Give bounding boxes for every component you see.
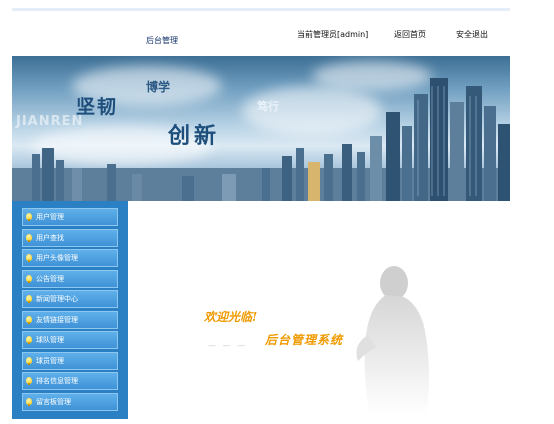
bulb-icon bbox=[26, 315, 32, 324]
sidebar-item-label: 友情链接管理 bbox=[36, 315, 78, 324]
sidebar-item-user-management[interactable]: 用户管理 bbox=[22, 208, 118, 226]
sidebar-item-label: 用户头像管理 bbox=[36, 254, 78, 262]
banner-slogan-4: 笃行 bbox=[257, 100, 279, 113]
bulb-icon bbox=[26, 295, 32, 303]
main-content: 欢迎光临! — — — 后台管理系统 bbox=[128, 201, 510, 419]
city-skyline-icon bbox=[12, 78, 510, 201]
sidebar-item-user-search[interactable]: 用户查找 bbox=[22, 228, 118, 247]
sidebar-item-player-management[interactable]: 球员管理 bbox=[22, 351, 118, 370]
welcome-dashes: — — — bbox=[208, 341, 248, 350]
sidebar-item-link-management[interactable]: 友情链接管理 bbox=[22, 310, 118, 329]
sidebar-item-label: 新闻管理中心 bbox=[36, 295, 78, 303]
bulb-icon bbox=[26, 274, 32, 283]
logout-link[interactable]: 安全退出 bbox=[456, 29, 488, 40]
sidebar-item-news-center[interactable]: 新闻管理中心 bbox=[22, 290, 118, 308]
welcome-system-name: 后台管理系统 bbox=[265, 333, 344, 347]
sidebar-item-notice-management[interactable]: 公告管理 bbox=[22, 269, 118, 288]
sidebar-item-guestbook-management[interactable]: 留言板管理 bbox=[22, 392, 118, 411]
sidebar-item-team-management[interactable]: 球队管理 bbox=[22, 331, 118, 349]
banner-slogan-3: 创新 bbox=[168, 123, 221, 149]
sidebar-item-label: 公告管理 bbox=[36, 274, 64, 283]
page-title: 后台管理 bbox=[146, 36, 178, 45]
banner-slogan-2: 博学 bbox=[146, 80, 171, 94]
bulb-icon bbox=[26, 356, 32, 365]
bulb-icon bbox=[26, 336, 32, 344]
banner-slogan-1: 坚韧 bbox=[76, 96, 119, 118]
top-divider bbox=[12, 8, 510, 11]
sidebar-item-label: 球员管理 bbox=[36, 356, 64, 365]
sidebar-item-label: 用户管理 bbox=[36, 213, 64, 221]
bulb-icon bbox=[26, 254, 32, 262]
welcome-heading: 欢迎光临! bbox=[204, 310, 258, 324]
person-silhouette-icon bbox=[356, 266, 429, 415]
bulb-icon bbox=[26, 213, 32, 221]
banner-image: JIANREN 坚韧 博学 创新 笃行 bbox=[12, 56, 510, 201]
sidebar-menu: 用户管理 用户查找 用户头像管理 公告管理 新闻管理中心 友情链接管理 球队管理… bbox=[12, 201, 128, 419]
home-link[interactable]: 返回首页 bbox=[394, 29, 426, 40]
sidebar-item-label: 用户查找 bbox=[36, 233, 64, 242]
bulb-icon bbox=[26, 397, 32, 406]
banner-pinyin: JIANREN bbox=[16, 114, 84, 129]
sidebar-item-ranking-management[interactable]: 排名信息管理 bbox=[22, 372, 118, 390]
sidebar-item-avatar-management[interactable]: 用户头像管理 bbox=[22, 249, 118, 267]
bulb-icon bbox=[26, 233, 32, 242]
current-admin-label: 当前管理员[admin] bbox=[297, 30, 369, 39]
sidebar-item-label: 球队管理 bbox=[36, 336, 64, 344]
sidebar-item-label: 排名信息管理 bbox=[36, 377, 78, 385]
bulb-icon bbox=[26, 377, 32, 385]
sidebar-item-label: 留言板管理 bbox=[36, 397, 71, 406]
